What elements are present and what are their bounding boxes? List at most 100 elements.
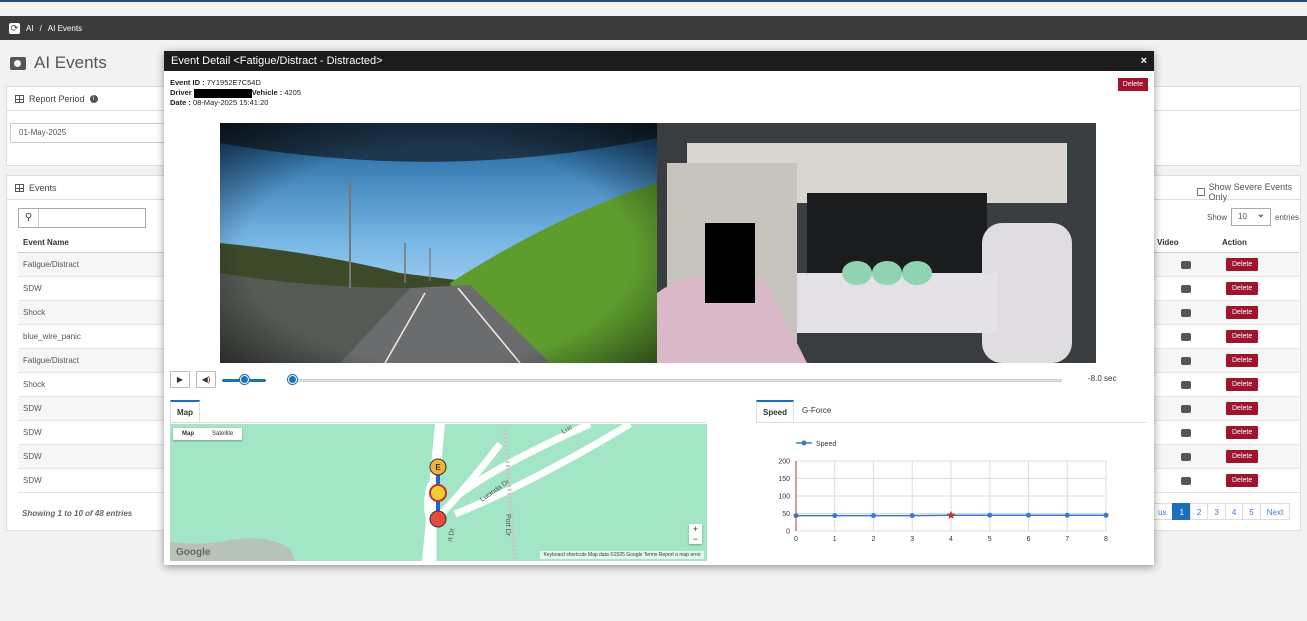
search-icon: ⚲: [19, 209, 39, 227]
zoom-out-button[interactable]: −: [689, 534, 702, 544]
page-1[interactable]: 1: [1172, 503, 1191, 520]
zoom-control: + −: [689, 524, 702, 544]
table-row[interactable]: SDW: [18, 469, 164, 493]
table-row: Delete: [1153, 277, 1299, 301]
play-button[interactable]: ▶: [170, 371, 190, 388]
driver-label: Driver: [170, 88, 192, 97]
page-title: AI Events: [10, 53, 107, 73]
page-5[interactable]: 5: [1242, 503, 1261, 520]
delete-button[interactable]: Delete: [1226, 258, 1259, 271]
x-tick-label: 3: [910, 536, 914, 543]
refresh-icon[interactable]: ⟳: [9, 22, 20, 34]
speed-tab-divider: [756, 422, 1146, 423]
column-header-event-name[interactable]: Event Name: [18, 233, 164, 253]
speed-data-point: [871, 513, 876, 519]
delete-button[interactable]: Delete: [1226, 378, 1259, 391]
table-row[interactable]: Fatigue/Distract: [18, 349, 164, 373]
events-label: Events: [29, 182, 57, 193]
table-row[interactable]: Shock: [18, 301, 164, 325]
modal-delete-button[interactable]: Delete: [1117, 78, 1148, 91]
zoom-in-button[interactable]: +: [689, 524, 702, 534]
close-icon[interactable]: ×: [1141, 51, 1147, 71]
table-row: Delete: [1153, 445, 1299, 469]
video-icon[interactable]: [1153, 404, 1218, 413]
page-prev[interactable]: us: [1151, 503, 1174, 520]
delete-button[interactable]: Delete: [1226, 426, 1259, 439]
page-4[interactable]: 4: [1224, 503, 1244, 520]
volume-knob[interactable]: [240, 375, 249, 384]
delete-button[interactable]: Delete: [1226, 306, 1259, 319]
severe-checkbox[interactable]: [1197, 188, 1205, 196]
legend-label: Speed: [816, 441, 836, 448]
breadcrumb-current: AI Events: [47, 23, 83, 33]
video-controls: ▶ ◀) -8.0 sec: [170, 371, 1150, 389]
table-row[interactable]: Shock: [18, 373, 164, 397]
column-header-video[interactable]: Video: [1153, 233, 1218, 252]
delete-button[interactable]: Delete: [1226, 474, 1259, 487]
delete-button[interactable]: Delete: [1226, 402, 1259, 415]
page-3[interactable]: 3: [1207, 503, 1226, 520]
breadcrumb-separator: /: [39, 23, 42, 33]
video-icon[interactable]: [1153, 452, 1218, 461]
page-2[interactable]: 2: [1189, 503, 1209, 520]
table-row[interactable]: SDW: [18, 397, 164, 421]
video-icon[interactable]: [1153, 332, 1218, 341]
speed-data-point: [909, 513, 915, 519]
table-row[interactable]: Fatigue/Distract: [18, 253, 164, 277]
delete-button[interactable]: Delete: [1226, 282, 1259, 295]
info-icon[interactable]: i: [89, 94, 98, 103]
report-date-input[interactable]: 01-May-2025: [10, 123, 170, 143]
tab-gforce[interactable]: G-Force: [796, 400, 837, 422]
table-row[interactable]: blue_wire_panic: [18, 325, 164, 349]
table-row[interactable]: SDW: [18, 277, 164, 301]
table-row[interactable]: SDW: [18, 421, 164, 445]
video-icon[interactable]: [1153, 476, 1218, 485]
delete-button[interactable]: Delete: [1226, 354, 1259, 367]
y-tick-label: 0: [786, 529, 790, 536]
delete-button[interactable]: Delete: [1226, 330, 1259, 343]
breadcrumb-root[interactable]: AI: [26, 24, 34, 33]
table-row: Delete: [1153, 325, 1299, 349]
video-player[interactable]: [220, 123, 1096, 363]
date-label: Date :: [170, 98, 191, 107]
map-type-map[interactable]: Map: [173, 428, 203, 440]
table-row: Delete: [1153, 349, 1299, 373]
marker-e-label[interactable]: E: [435, 463, 441, 472]
severe-filter[interactable]: Show Severe Events Only: [1197, 182, 1307, 202]
camera-icon: [10, 56, 26, 70]
video-icon[interactable]: [1153, 380, 1218, 389]
delete-button[interactable]: Delete: [1226, 450, 1259, 463]
page-next[interactable]: Next: [1259, 503, 1291, 520]
seek-bar[interactable]: [288, 379, 1062, 382]
column-header-action[interactable]: Action: [1218, 233, 1247, 252]
x-tick-label: 8: [1104, 536, 1108, 543]
table-row[interactable]: SDW: [18, 445, 164, 469]
video-icon[interactable]: [1153, 356, 1218, 365]
events-table-left: Event Name Fatigue/Distract SDW Shock bl…: [18, 233, 164, 493]
map-type-control: Map Satellite: [173, 428, 243, 440]
y-tick-label: 200: [778, 459, 790, 466]
vehicle-value: 4205: [284, 88, 301, 97]
video-icon[interactable]: [1153, 308, 1218, 317]
table-row: Delete: [1153, 253, 1299, 277]
top-accent-line: [0, 0, 1307, 2]
street-label-port: Port Dr: [504, 514, 511, 537]
volume-button[interactable]: ◀): [196, 371, 216, 388]
map-type-satellite[interactable]: Satellite: [203, 428, 242, 440]
map-attribution[interactable]: Keyboard shortcuts Map data ©2025 Google…: [540, 551, 704, 559]
event-map[interactable]: E Lucinda Dr Port Dr Luc rt Dr Map Satel…: [170, 424, 707, 561]
video-icon[interactable]: [1153, 284, 1218, 293]
seek-knob[interactable]: [288, 375, 297, 384]
x-tick-label: 7: [1065, 536, 1069, 543]
page-title-text: AI Events: [34, 53, 107, 72]
video-icon[interactable]: [1153, 260, 1218, 269]
entries-select[interactable]: 10: [1231, 207, 1272, 226]
x-tick-label: 5: [988, 536, 992, 543]
event-id-label: Event ID :: [170, 78, 205, 87]
video-icon[interactable]: [1153, 428, 1218, 437]
tab-map[interactable]: Map: [170, 400, 200, 422]
search-input[interactable]: ⚲: [18, 208, 146, 228]
modal-header: Event Detail <Fatigue/Distract - Distrac…: [164, 51, 1154, 71]
tab-speed[interactable]: Speed: [756, 400, 795, 422]
cabin-scene: [657, 123, 1096, 363]
